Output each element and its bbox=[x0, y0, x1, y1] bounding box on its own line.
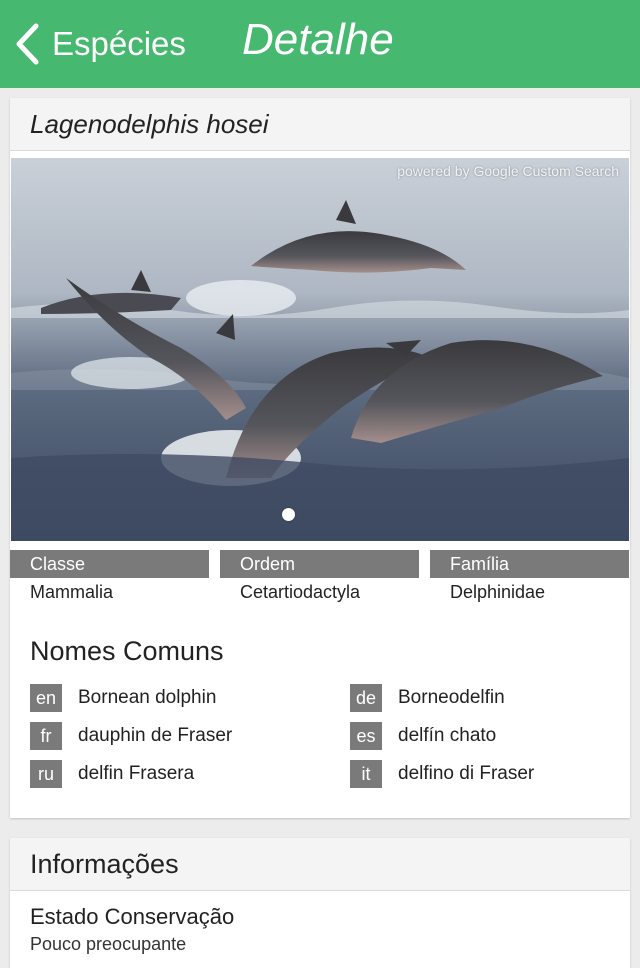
back-button[interactable]: Espécies bbox=[14, 18, 186, 70]
page-indicator-dot bbox=[282, 508, 295, 521]
taxonomy-class: Classe Mammalia bbox=[10, 550, 209, 603]
dolphin-photo-image bbox=[11, 158, 629, 541]
nav-bar: Espécies Detalhe bbox=[0, 0, 640, 88]
common-name: Borneodelfin bbox=[398, 687, 505, 708]
species-name: Lagenodelphis hosei bbox=[30, 108, 269, 139]
info-header: Informações bbox=[10, 838, 630, 891]
taxonomy-label: Família bbox=[430, 550, 629, 578]
language-badge: en bbox=[30, 684, 62, 712]
chevron-left-icon bbox=[16, 23, 39, 65]
page-title: Detalhe bbox=[242, 15, 394, 64]
species-photo[interactable]: powered by Google Custom Search bbox=[11, 158, 629, 541]
back-button-label: Espécies bbox=[52, 25, 186, 62]
common-names-title: Nomes Comuns bbox=[30, 636, 224, 666]
species-header: Lagenodelphis hosei bbox=[10, 98, 630, 151]
taxonomy-family: Família Delphinidae bbox=[430, 550, 629, 603]
common-name-item: de Borneodelfin bbox=[350, 684, 505, 712]
species-card: Lagenodelphis hosei powered by Google Cu… bbox=[10, 98, 630, 818]
conservation-status-value: Pouco preocupante bbox=[30, 934, 187, 954]
common-name-item: fr dauphin de Fraser bbox=[30, 722, 232, 750]
language-badge: de bbox=[350, 684, 382, 712]
taxonomy-label: Ordem bbox=[220, 550, 419, 578]
taxonomy-label: Classe bbox=[10, 550, 209, 578]
language-badge: es bbox=[350, 722, 382, 750]
taxonomy-order: Ordem Cetartiodactyla bbox=[220, 550, 419, 603]
common-name: delfín chato bbox=[398, 725, 497, 746]
taxonomy-value: Cetartiodactyla bbox=[240, 582, 361, 602]
common-name-item: en Bornean dolphin bbox=[30, 684, 216, 712]
common-name: Bornean dolphin bbox=[78, 687, 217, 708]
common-name: dauphin de Fraser bbox=[78, 725, 233, 746]
image-credit: powered by Google Custom Search bbox=[397, 163, 619, 179]
common-name: delfin Frasera bbox=[78, 763, 195, 784]
info-card: Informações Estado Conservação Pouco pre… bbox=[10, 838, 630, 968]
info-title: Informações bbox=[30, 848, 179, 879]
language-badge: fr bbox=[30, 722, 62, 750]
common-name: delfino di Fraser bbox=[398, 763, 535, 784]
language-badge: it bbox=[350, 760, 382, 788]
taxonomy-value: Delphinidae bbox=[450, 582, 546, 602]
common-name-item: it delfino di Fraser bbox=[350, 760, 534, 788]
language-badge: ru bbox=[30, 760, 62, 788]
conservation-status-label: Estado Conservação bbox=[30, 904, 235, 929]
common-name-item: ru delfin Frasera bbox=[30, 760, 194, 788]
common-name-item: es delfín chato bbox=[350, 722, 496, 750]
taxonomy-value: Mammalia bbox=[30, 582, 114, 602]
